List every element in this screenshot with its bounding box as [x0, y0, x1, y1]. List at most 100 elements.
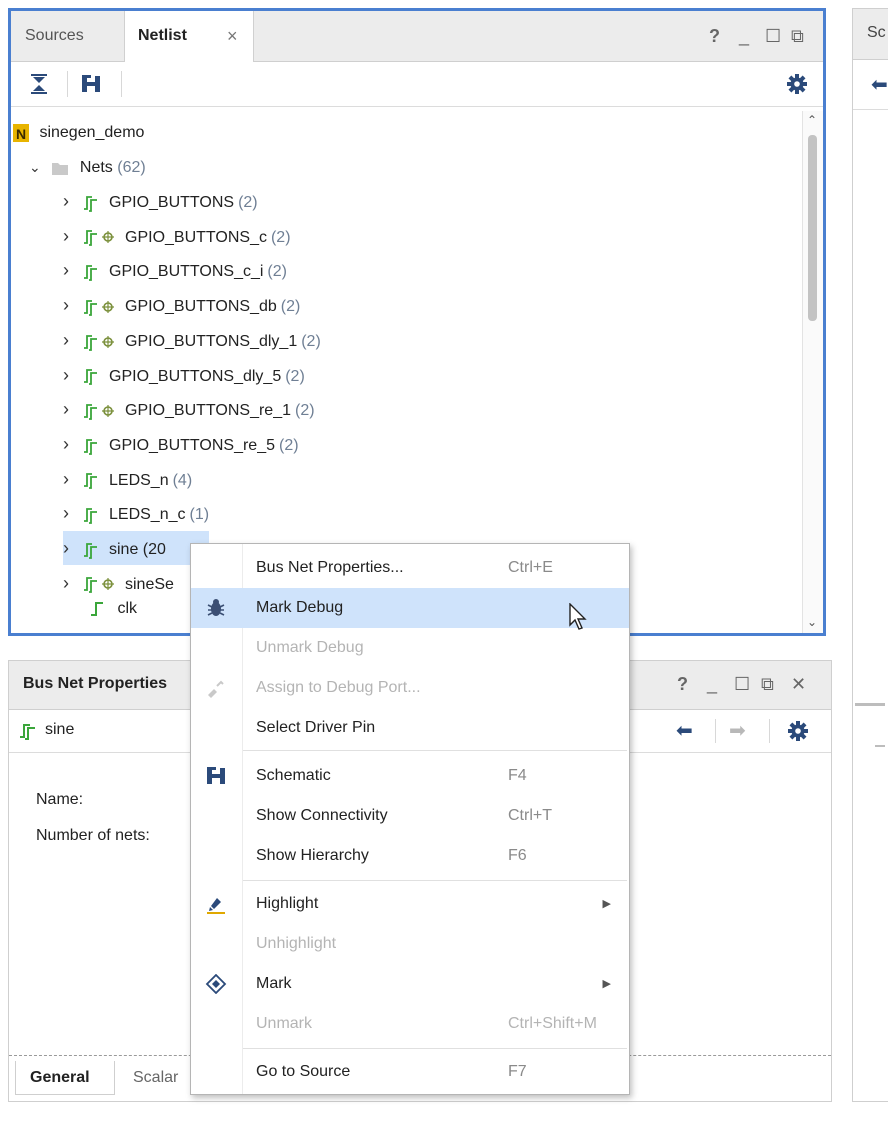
scroll-down-icon[interactable]: ⌄ — [807, 615, 817, 629]
chevron-right-icon[interactable]: › — [63, 184, 77, 218]
context-menu: Bus Net Properties... Ctrl+E Mark Debug … — [190, 543, 630, 1095]
menu-item-label: Select Driver Pin — [256, 719, 376, 736]
menu-item-label: Show Hierarchy — [256, 847, 369, 864]
tree-item-net[interactable]: › GPIO_BUTTONS_c_i (2) — [63, 253, 287, 287]
gear-icon[interactable] — [788, 721, 808, 741]
net-count: (2) — [301, 332, 321, 350]
menu-item-select-driver-pin[interactable]: Select Driver Pin — [191, 708, 629, 748]
tree-item-net[interactable]: › LEDS_n_c (1) — [63, 496, 209, 530]
tree-item-net[interactable]: › GPIO_BUTTONS_db (2) — [63, 288, 300, 322]
menu-item-label: Schematic — [256, 767, 331, 784]
tab-netlist[interactable]: Netlist × — [124, 11, 254, 62]
menu-item-show-hierarchy[interactable]: Show Hierarchy F6 — [191, 836, 629, 876]
gear-icon[interactable] — [787, 74, 807, 94]
maximize-icon[interactable]: ☐ — [734, 660, 750, 710]
toolbar-divider — [67, 71, 68, 97]
tree-item-net[interactable]: › GPIO_BUTTONS_re_1 (2) — [63, 392, 315, 426]
chevron-right-icon[interactable]: › — [63, 288, 77, 322]
close-icon[interactable]: ✕ — [791, 660, 806, 710]
collapse-all-icon[interactable] — [29, 74, 49, 94]
menu-item-label: Show Connectivity — [256, 807, 388, 824]
chevron-right-icon[interactable]: › — [63, 462, 77, 496]
menu-item-highlight[interactable]: Highlight ▶ — [191, 884, 629, 924]
menu-item-unmark-debug: Unmark Debug — [191, 628, 629, 668]
scroll-up-icon[interactable]: ⌃ — [807, 113, 817, 127]
net-count: (2) — [238, 194, 258, 211]
net-name: GPIO_BUTTONS_dly_5 — [109, 367, 282, 385]
float-icon[interactable]: ⧉ — [791, 11, 804, 61]
bug-icon — [207, 599, 225, 616]
field-number-of-nets-label: Number of nets: — [36, 827, 150, 844]
maximize-icon[interactable]: ☐ — [765, 11, 781, 61]
menu-item-label: Highlight — [256, 895, 319, 912]
bus-net-icon — [84, 508, 97, 524]
netlist-scrollbar[interactable]: ⌃ ⌄ — [802, 111, 823, 633]
menu-item-assign-debug-port: Assign to Debug Port... — [191, 668, 629, 708]
net-icon — [91, 601, 103, 616]
minimize-icon[interactable]: _ — [707, 660, 717, 710]
right-panel-tab[interactable]: Sc — [867, 24, 886, 42]
menu-item-label: Mark Debug — [256, 599, 344, 616]
debug-net-icon — [84, 299, 114, 316]
minimize-icon[interactable]: _ — [739, 11, 749, 61]
tree-nets-folder[interactable]: ⌄ Nets (62) — [29, 150, 146, 184]
menu-item-shortcut: F6 — [508, 847, 527, 864]
tab-sources[interactable]: Sources — [25, 11, 84, 61]
tree-item-net[interactable]: › GPIO_BUTTONS_re_5 (2) — [63, 427, 299, 461]
net-count: (2) — [285, 367, 305, 385]
object-name: sine — [45, 721, 75, 738]
menu-item-mark[interactable]: Mark ▶ — [191, 964, 629, 1004]
chevron-right-icon[interactable]: › — [63, 219, 77, 253]
tree-item-clk[interactable]: clk — [89, 592, 137, 626]
chevron-right-icon[interactable]: › — [63, 427, 77, 461]
tree-root[interactable]: N sinegen_demo — [13, 116, 144, 150]
debug-net-icon — [84, 334, 114, 351]
chevron-right-icon[interactable]: › — [63, 566, 77, 600]
menu-item-show-connectivity[interactable]: Show Connectivity Ctrl+T — [191, 796, 629, 836]
chevron-right-icon[interactable]: › — [63, 531, 77, 565]
nets-folder-label: Nets — [79, 159, 113, 176]
chevron-right-icon[interactable]: › — [63, 358, 77, 392]
menu-item-bus-net-properties[interactable]: Bus Net Properties... Ctrl+E — [191, 548, 629, 588]
bus-net-icon — [84, 369, 97, 386]
menu-item-label: Go to Source — [256, 1063, 351, 1080]
menu-item-go-to-source[interactable]: Go to Source F7 — [191, 1052, 629, 1092]
chevron-right-icon[interactable]: › — [63, 392, 77, 426]
tab-close-icon[interactable]: × — [227, 11, 238, 61]
menu-item-mark-debug[interactable]: Mark Debug — [191, 588, 629, 630]
tab-general[interactable]: General — [15, 1061, 115, 1095]
tree-item-net[interactable]: › GPIO_BUTTONS_dly_1 (2) — [63, 323, 321, 357]
menu-item-schematic[interactable]: Schematic F4 — [191, 756, 629, 796]
bus-net-icon — [84, 265, 97, 282]
menu-item-label: Unmark — [256, 1015, 313, 1032]
help-icon[interactable]: ? — [709, 11, 720, 61]
highlight-icon — [207, 898, 225, 914]
net-count: (4) — [172, 471, 193, 489]
chevron-right-icon[interactable]: › — [63, 323, 77, 357]
tree-item-net[interactable]: › GPIO_BUTTONS_c (2) — [63, 219, 291, 253]
tree-item-net[interactable]: › sine (20 — [63, 531, 209, 565]
properties-title: Bus Net Properties — [23, 675, 168, 692]
schematic-icon[interactable] — [81, 74, 103, 94]
help-icon[interactable]: ? — [677, 660, 688, 710]
tree-item-net[interactable]: › LEDS_n (4) — [63, 462, 192, 496]
chevron-right-icon[interactable]: › — [63, 253, 77, 287]
tab-scalar[interactable]: Scalar — [133, 1069, 178, 1087]
netlist-panel: Sources Netlist × ? _ ☐ ⧉ N sinegen_demo… — [8, 8, 826, 636]
menu-item-shortcut: Ctrl+Shift+M — [508, 1015, 597, 1032]
menu-item-label: Bus Net Properties... — [256, 559, 404, 576]
net-name: GPIO_BUTTONS_dly_1 — [125, 332, 298, 350]
back-arrow-icon[interactable]: ⬅ — [871, 72, 888, 97]
chevron-right-icon[interactable]: › — [63, 496, 77, 530]
tree-item-net[interactable]: › GPIO_BUTTONS (2) — [63, 184, 258, 218]
net-name: LEDS_n — [109, 471, 169, 489]
float-icon[interactable]: ⧉ — [761, 660, 774, 710]
tree-item-net[interactable]: › GPIO_BUTTONS_dly_5 (2) — [63, 358, 305, 392]
forward-arrow-icon[interactable]: ➡ — [729, 718, 746, 743]
clk-label: clk — [117, 600, 138, 617]
back-arrow-icon[interactable]: ⬅ — [676, 718, 693, 743]
scroll-thumb[interactable] — [808, 135, 817, 321]
chevron-down-icon[interactable]: ⌄ — [29, 150, 43, 184]
menu-item-label: Mark — [256, 975, 292, 992]
menu-item-label: Unhighlight — [256, 935, 337, 952]
